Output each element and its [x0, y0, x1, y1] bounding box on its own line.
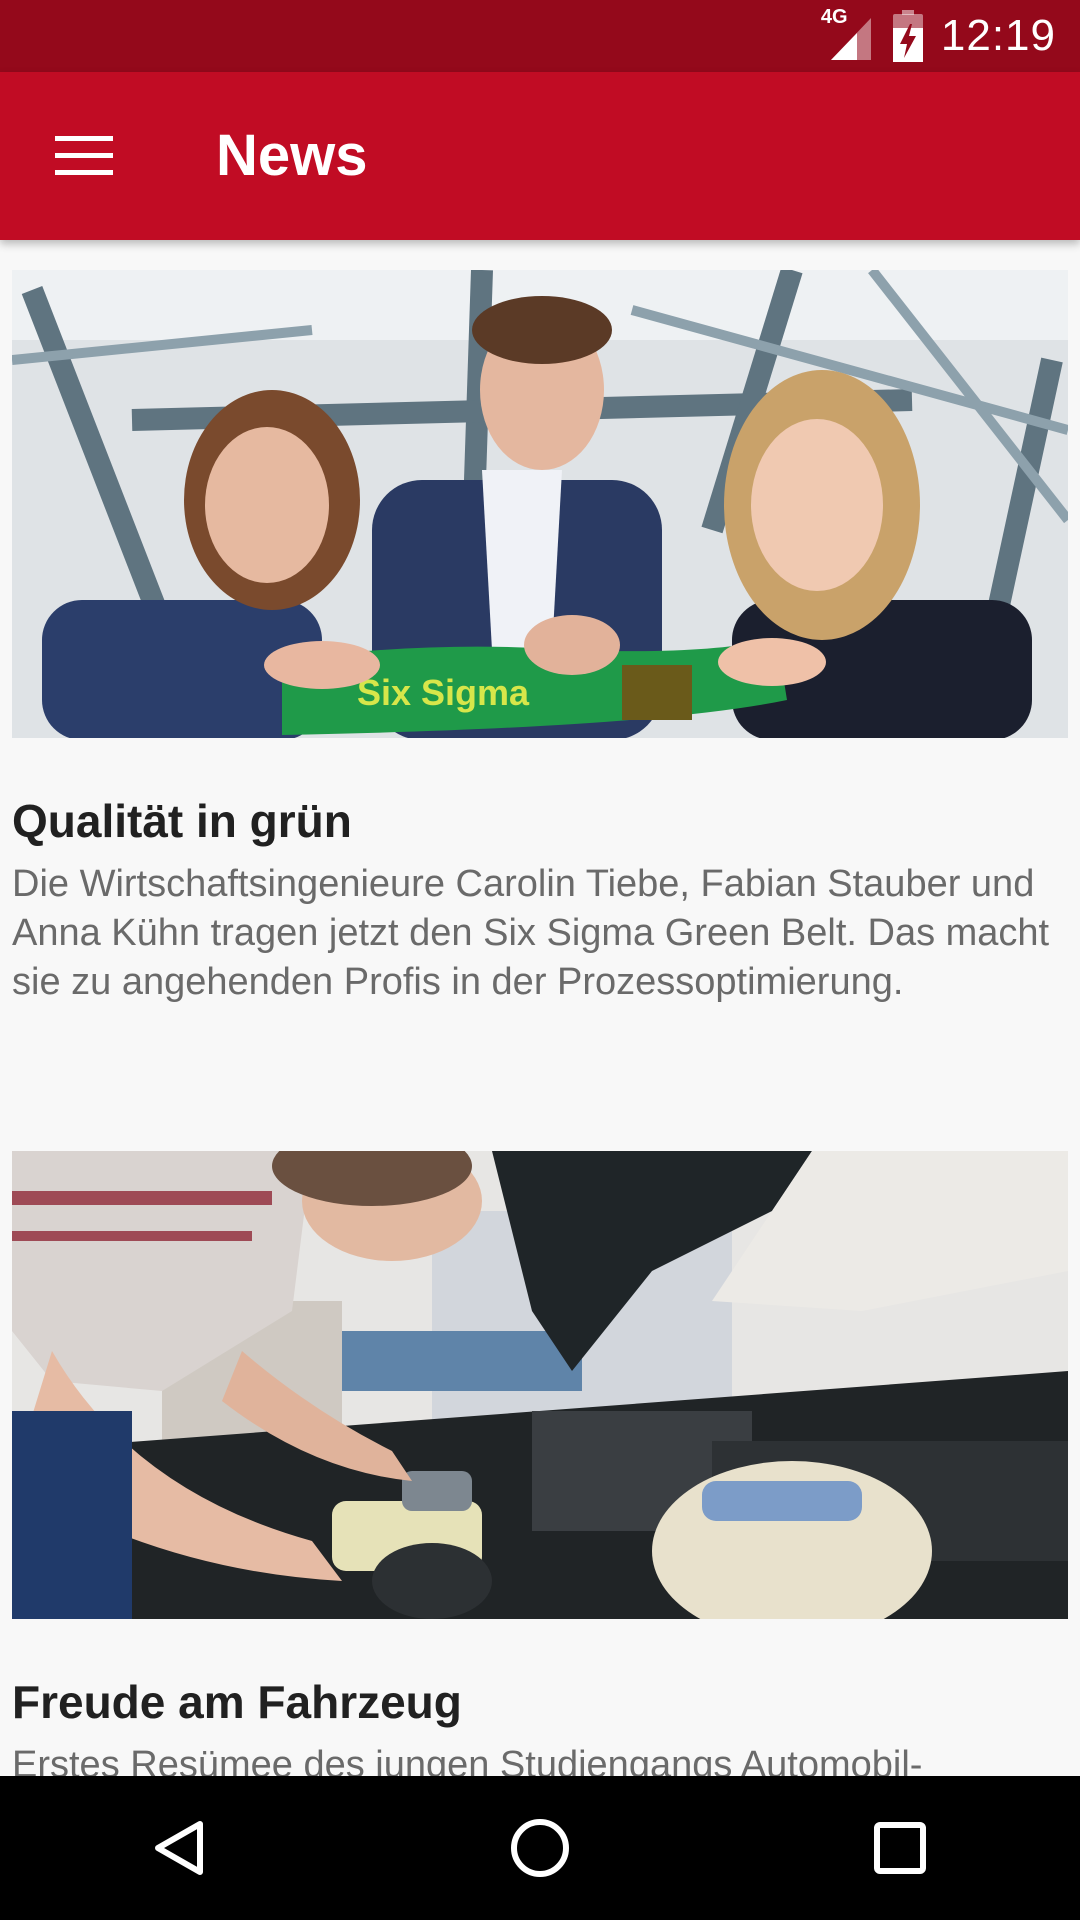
news-list[interactable]: Six Sigma Qualität in grün Die Wirtschaf…: [0, 240, 1080, 1776]
app-bar: News: [0, 72, 1080, 240]
news-card[interactable]: Freude am Fahrzeug Erstes Resümee des ju…: [12, 1151, 1068, 1776]
signal-icon: [830, 18, 871, 60]
home-button[interactable]: [480, 1788, 600, 1908]
hamburger-menu-icon: [55, 136, 113, 175]
battery-icon: [892, 10, 923, 62]
navigation-bar: [0, 1776, 1080, 1920]
status-time: 12:19: [940, 11, 1056, 60]
article-teaser: Die Wirtschaftsingenieure Carolin Tiebe,…: [12, 863, 1050, 1003]
article-teaser: Erstes Resümee des jungen Studiengangs A…: [12, 1744, 923, 1776]
recents-icon: [874, 1822, 926, 1874]
belt-label: Six Sigma: [357, 672, 530, 713]
news-card[interactable]: Six Sigma Qualität in grün Die Wirtschaf…: [12, 270, 1068, 1007]
back-icon: [155, 1821, 203, 1875]
back-button[interactable]: [120, 1788, 240, 1908]
article-image[interactable]: Six Sigma: [12, 270, 1068, 738]
page-title: News: [216, 123, 368, 188]
menu-button[interactable]: [40, 116, 128, 196]
status-bar: 4G 12:19: [0, 0, 1080, 72]
article-title[interactable]: Freude am Fahrzeug: [12, 1619, 1068, 1729]
home-icon: [511, 1819, 569, 1877]
recents-button[interactable]: [840, 1788, 960, 1908]
article-title[interactable]: Qualität in grün: [12, 738, 1068, 848]
article-image[interactable]: [12, 1151, 1068, 1619]
network-signal: 4G: [821, 6, 875, 62]
